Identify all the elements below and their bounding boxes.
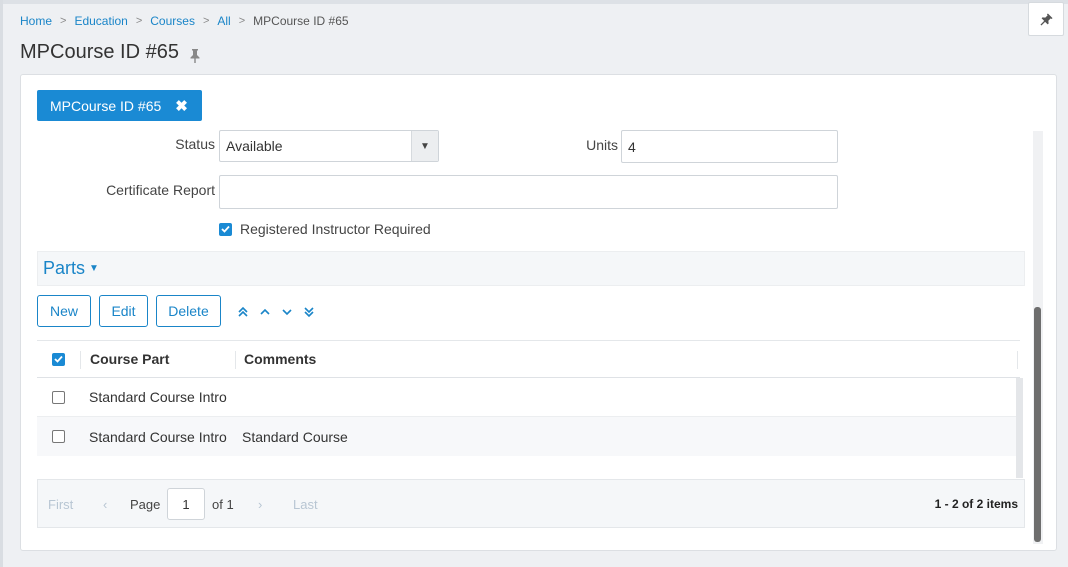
status-select[interactable]: Available ▼ xyxy=(219,130,439,162)
grid-header: Course Part Comments xyxy=(37,340,1020,378)
select-all-cell xyxy=(37,352,80,366)
page-number-input[interactable] xyxy=(167,488,205,520)
panel-scrollbar-thumb[interactable] xyxy=(1034,307,1041,542)
status-value: Available xyxy=(226,138,283,154)
chevron-right-icon: > xyxy=(135,15,143,27)
column-header-course-part[interactable]: Course Part xyxy=(80,351,235,367)
breadcrumb: Home > Education > Courses > All > MPCou… xyxy=(20,14,349,28)
grid-scrollbar[interactable] xyxy=(1016,378,1023,478)
check-icon xyxy=(54,355,63,363)
registered-instructor-checkbox[interactable] xyxy=(219,222,232,236)
tab-course[interactable]: MPCourse ID #65 ✖ xyxy=(37,90,202,121)
parts-title: Parts xyxy=(43,258,86,278)
cell-comments: Standard Course xyxy=(242,428,348,445)
page-title-text: MPCourse ID #65 xyxy=(20,41,179,63)
chevron-right-icon: > xyxy=(202,15,210,27)
triangle-down-icon[interactable]: ▼ xyxy=(411,131,438,161)
pager: First ‹ Page of 1 › Last 1 - 2 of 2 item… xyxy=(37,479,1025,528)
registered-instructor-label: Registered Instructor Required xyxy=(240,221,431,237)
row-checkbox[interactable] xyxy=(52,430,65,443)
row-check-cell xyxy=(37,390,80,404)
chevron-left-icon[interactable]: ‹ xyxy=(103,497,107,512)
pager-summary: 1 - 2 of 2 items xyxy=(934,497,1018,511)
pin-icon xyxy=(1039,12,1053,26)
chevron-down-icon[interactable] xyxy=(276,304,298,320)
chevron-right-icon[interactable]: › xyxy=(258,497,262,512)
new-button[interactable]: New xyxy=(37,295,91,327)
double-chevron-up-icon[interactable] xyxy=(232,304,254,320)
registered-instructor-row: Registered Instructor Required xyxy=(219,221,431,237)
parts-section-header[interactable]: Parts ▼ xyxy=(37,251,1025,286)
double-chevron-down-icon[interactable] xyxy=(298,304,320,320)
left-edge xyxy=(0,0,3,567)
pager-first[interactable]: First xyxy=(48,497,73,512)
table-row[interactable]: Standard Course Intro Standard Course xyxy=(37,417,1020,456)
units-input[interactable] xyxy=(621,130,838,163)
check-icon xyxy=(221,225,230,233)
pager-of-label: of 1 xyxy=(212,497,234,512)
status-label: Status xyxy=(175,136,215,152)
top-strip xyxy=(0,0,1068,4)
column-divider xyxy=(80,351,81,369)
edit-button[interactable]: Edit xyxy=(99,295,148,327)
move-controls xyxy=(232,304,320,320)
pin-panel-button[interactable] xyxy=(1028,2,1064,36)
breadcrumb-current: MPCourse ID #65 xyxy=(253,14,349,28)
breadcrumb-education[interactable]: Education xyxy=(74,14,127,28)
certificate-report-label: Certificate Report xyxy=(106,182,215,198)
column-divider xyxy=(235,351,236,369)
caret-down-icon: ▼ xyxy=(89,263,99,274)
breadcrumb-all[interactable]: All xyxy=(217,14,230,28)
breadcrumb-courses[interactable]: Courses xyxy=(150,14,195,28)
cell-course-part: Standard Course Intro xyxy=(89,389,227,405)
row-checkbox[interactable] xyxy=(52,390,65,404)
breadcrumb-home[interactable]: Home xyxy=(20,14,52,28)
parts-grid: Course Part Comments Standard Course Int… xyxy=(37,340,1020,456)
page-title: MPCourse ID #65 xyxy=(20,41,201,64)
cell-course-part: Standard Course Intro xyxy=(89,428,227,445)
column-header-comments[interactable]: Comments xyxy=(235,351,316,367)
column-divider xyxy=(1017,351,1018,369)
pin-icon[interactable] xyxy=(189,46,201,63)
pager-last[interactable]: Last xyxy=(293,497,318,512)
close-icon[interactable]: ✖ xyxy=(175,97,188,115)
chevron-up-icon[interactable] xyxy=(254,304,276,320)
certificate-report-input[interactable] xyxy=(219,175,838,209)
tab-label: MPCourse ID #65 xyxy=(50,97,162,114)
chevron-right-icon: > xyxy=(238,15,246,27)
delete-button[interactable]: Delete xyxy=(156,295,221,327)
units-label: Units xyxy=(586,137,618,153)
row-check-cell xyxy=(37,430,80,443)
pager-page-label: Page xyxy=(130,497,161,512)
table-row[interactable]: Standard Course Intro xyxy=(37,378,1020,417)
select-all-checkbox[interactable] xyxy=(52,352,65,366)
course-panel: MPCourse ID #65 ✖ Status Available ▼ Uni… xyxy=(20,74,1057,551)
chevron-right-icon: > xyxy=(60,15,67,27)
